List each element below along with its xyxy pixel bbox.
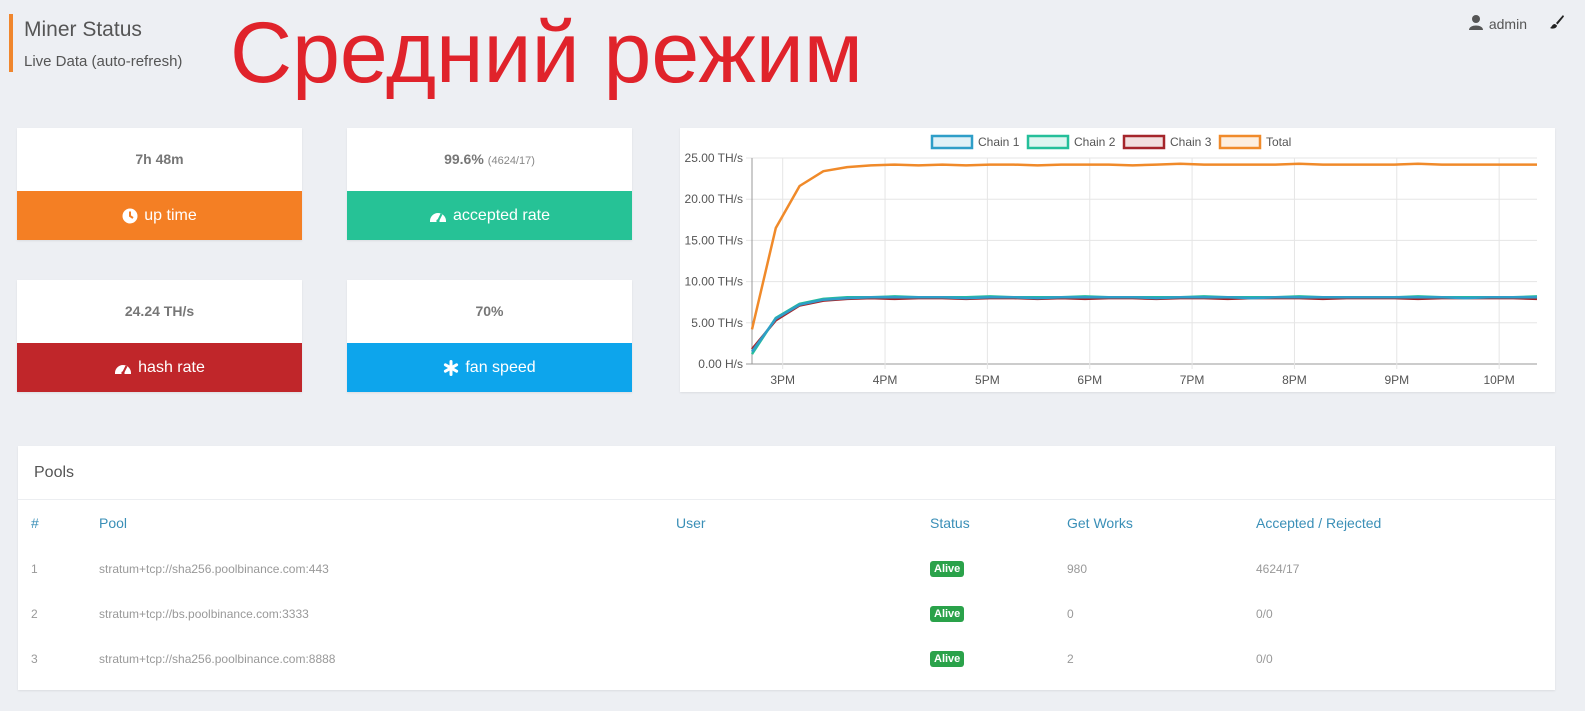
x-tick-label: 9PM — [1384, 373, 1409, 387]
table-row: 3 stratum+tcp://sha256.poolbinance.com:8… — [18, 636, 1555, 681]
accepted-detail: (4624/17) — [487, 155, 535, 167]
row-pool: stratum+tcp://sha256.poolbinance.com:888… — [99, 651, 336, 666]
status-badge: Alive — [930, 605, 965, 622]
status-badge: Alive — [930, 560, 965, 577]
row-accepted-rejected: 4624/17 — [1256, 561, 1300, 576]
uptime-label: up time — [144, 207, 197, 224]
user-name: admin — [1488, 15, 1527, 32]
y-tick-label: 25.00 TH/s — [685, 151, 743, 165]
legend-label: Chain 3 — [1170, 135, 1212, 149]
row-num: 3 — [31, 651, 38, 666]
col-user: User — [676, 515, 706, 531]
row-pool: stratum+tcp://bs.poolbinance.com:3333 — [99, 606, 309, 621]
pools-table: # Pool User Status Get Works Accepted / … — [18, 500, 1555, 681]
fan-speed-bar: fan speed — [347, 343, 632, 392]
pools-panel: Pools # Pool User Status Get Works Accep… — [18, 446, 1555, 690]
row-user — [675, 636, 929, 681]
fan-speed-card: 70% fan speed — [347, 280, 632, 392]
clock-icon — [122, 208, 138, 224]
legend-swatch — [1218, 134, 1262, 150]
row-works: 2 — [1067, 651, 1074, 666]
series-line-chain-2 — [750, 295, 1538, 355]
hashrate-chart-svg: 0.00 H/s 5.00 TH/s 10.00 TH/s 15.00 TH/s 20.… — [685, 134, 1538, 387]
row-user — [675, 546, 929, 591]
x-tick-label: 10PM — [1483, 373, 1514, 387]
legend-swatch — [1122, 134, 1166, 150]
page-title: Miner Status — [24, 18, 142, 41]
legend-swatch — [930, 134, 974, 150]
x-tick-label: 4PM — [873, 373, 898, 387]
row-user — [675, 591, 929, 636]
series-line-chain-1 — [750, 296, 1537, 353]
gauge-icon — [429, 208, 447, 224]
page-subtitle: Live Data (auto-refresh) — [24, 53, 183, 70]
col-get-works: Get Works — [1067, 515, 1133, 531]
table-row: 1 stratum+tcp://sha256.poolbinance.com:4… — [18, 546, 1555, 591]
legend-label: Total — [1266, 135, 1291, 149]
user-icon — [1468, 14, 1484, 33]
col-accepted-rejected: Accepted / Rejected — [1256, 515, 1382, 531]
gauge-icon — [114, 360, 132, 376]
row-status: Alive — [929, 591, 1066, 636]
page-header: Miner Status Live Data (auto-refresh) — [9, 14, 182, 72]
row-status: Alive — [929, 546, 1066, 591]
uptime-value: 7h 48m — [135, 151, 184, 167]
y-tick-label: 20.00 TH/s — [685, 192, 743, 206]
y-tick-label: 5.00 TH/s — [691, 316, 743, 330]
row-accepted-rejected: 0/0 — [1256, 606, 1273, 621]
status-badge: Alive — [930, 650, 965, 667]
y-tick-label: 15.00 TH/s — [685, 233, 743, 247]
y-tick-label: 10.00 TH/s — [685, 275, 743, 289]
x-tick-label: 3PM — [770, 373, 795, 387]
accepted-rate-label: accepted rate — [453, 207, 550, 224]
col-pool: Pool — [99, 515, 128, 531]
row-works: 980 — [1067, 561, 1088, 576]
legend-label: Chain 2 — [1074, 135, 1116, 149]
accepted-rate-bar: accepted rate — [347, 191, 632, 240]
uptime-card: 7h 48m up time — [17, 128, 302, 240]
hashrate-card: 24.24 TH/s hash rate — [17, 280, 302, 392]
series-line-total — [750, 162, 1537, 330]
series-line-chain-3 — [751, 296, 1538, 350]
x-tick-label: 6PM — [1077, 373, 1102, 387]
uptime-bar: up time — [17, 191, 302, 240]
row-num: 2 — [31, 606, 38, 621]
y-tick-label: 0.00 H/s — [698, 357, 743, 371]
x-tick-label: 5PM — [975, 373, 1000, 387]
accepted-rate-value: 99.6% (4624/17) — [444, 151, 535, 167]
row-pool: stratum+tcp://sha256.poolbinance.com:443 — [99, 561, 329, 576]
row-accepted-rejected: 0/0 — [1256, 651, 1273, 666]
accepted-rate-card: 99.6% (4624/17) accepted rate — [347, 128, 632, 240]
hashrate-chart: 0.00 H/s 5.00 TH/s 10.00 TH/s 15.00 TH/s 20.… — [680, 128, 1555, 392]
fan-speed-value: 70% — [475, 303, 504, 319]
overlay-annotation: Средний режим — [230, 5, 863, 101]
hashrate-label: hash rate — [138, 359, 205, 376]
legend-swatch — [1026, 134, 1070, 150]
fan-speed-label: fan speed — [465, 359, 536, 376]
pools-header-row: # Pool User Status Get Works Accepted / … — [18, 500, 1555, 546]
asterisk-icon — [443, 359, 459, 376]
row-num: 1 — [31, 561, 38, 576]
x-tick-label: 7PM — [1180, 373, 1205, 387]
table-row: 2 stratum+tcp://bs.poolbinance.com:3333 … — [18, 591, 1555, 636]
row-works: 0 — [1067, 606, 1074, 621]
col-status: Status — [930, 515, 970, 531]
x-tick-label: 8PM — [1282, 373, 1307, 387]
pools-title: Pools — [18, 446, 1555, 500]
user-menu[interactable]: admin — [1468, 14, 1527, 33]
row-status: Alive — [929, 636, 1066, 681]
col-num: # — [31, 515, 39, 531]
hashrate-value: 24.24 TH/s — [124, 303, 195, 319]
brush-icon[interactable] — [1549, 14, 1565, 35]
hashrate-bar: hash rate — [17, 343, 302, 392]
legend-label: Chain 1 — [978, 135, 1020, 149]
